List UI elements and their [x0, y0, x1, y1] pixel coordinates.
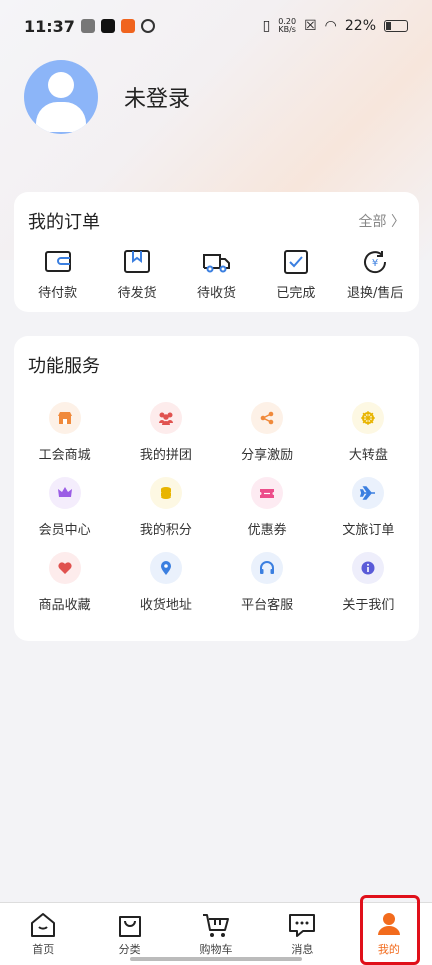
cart-icon: [203, 914, 230, 937]
message-icon: [289, 914, 316, 937]
service-label: 文旅订单: [342, 523, 395, 538]
services-card: 功能服务 工会商城 我的拼团 分享激励 大转盘 会员中心 我的积分 优惠券 文旅…: [14, 336, 419, 641]
service-label: 商品收藏: [38, 598, 91, 613]
orders-all-link[interactable]: 全部 〉: [359, 211, 405, 231]
net-speed-unit: KB/s: [278, 25, 296, 34]
service-member-center[interactable]: 会员中心: [14, 477, 115, 538]
service-label: 会员中心: [38, 523, 91, 538]
battery-percent: 22%: [344, 18, 376, 34]
plane-icon: [352, 477, 385, 509]
net-speed: 0.20 KB/s: [278, 18, 296, 34]
service-label: 优惠券: [247, 523, 287, 538]
orders-card: 我的订单 全部 〉 待付款 待发货 待收货 已完成 ¥ 退换/售后: [14, 192, 419, 312]
package-icon: [124, 250, 151, 273]
tab-label: 消息: [291, 943, 314, 956]
tiktok-notification-icon: [100, 19, 115, 33]
service-customer-support[interactable]: 平台客服: [217, 552, 318, 613]
coupon-icon: [251, 477, 284, 509]
app-notification-icon: [80, 19, 95, 33]
service-travel-orders[interactable]: 文旅订单: [318, 477, 419, 538]
status-left: 11:37: [24, 17, 155, 36]
battery-icon: [384, 20, 408, 32]
coins-icon: [149, 477, 182, 509]
tab-category[interactable]: 分类: [86, 903, 172, 965]
service-group-buy[interactable]: 我的拼团: [115, 402, 216, 463]
service-union-mall[interactable]: 工会商城: [14, 402, 115, 463]
service-lucky-wheel[interactable]: 大转盘: [318, 402, 419, 463]
truck-icon: [203, 254, 231, 273]
order-label: 退换/售后: [347, 286, 404, 301]
sim-off-icon: ☒: [304, 18, 317, 34]
heart-icon: [48, 552, 81, 584]
avatar[interactable]: [24, 60, 98, 134]
service-label: 平台客服: [241, 598, 294, 613]
crown-icon: [48, 477, 81, 509]
tab-cart[interactable]: 购物车: [173, 903, 259, 965]
service-label: 我的积分: [139, 523, 192, 538]
store-icon: [48, 402, 81, 434]
share-icon: [251, 402, 284, 434]
wheel-icon: [352, 402, 385, 434]
login-status[interactable]: 未登录: [124, 81, 190, 113]
headset-icon: [251, 552, 284, 584]
service-share-reward[interactable]: 分享激励: [217, 402, 318, 463]
order-label: 待收货: [196, 286, 236, 301]
info-icon: [352, 552, 385, 584]
home-icon: [31, 913, 56, 937]
tab-home[interactable]: 首页: [0, 903, 86, 965]
services-grid: 工会商城 我的拼团 分享激励 大转盘 会员中心 我的积分 优惠券 文旅订单 商品…: [14, 402, 419, 613]
service-label: 大转盘: [348, 448, 388, 463]
vibrate-icon: ▯: [262, 18, 271, 34]
orders-title: 我的订单: [28, 212, 100, 233]
service-favorites[interactable]: 商品收藏: [14, 552, 115, 613]
tab-label: 首页: [32, 943, 55, 956]
status-bar: 11:37 ▯ 0.20 KB/s ☒ ◠ 22%: [0, 0, 432, 52]
order-label: 待付款: [38, 286, 78, 301]
svg-text:¥: ¥: [372, 258, 378, 269]
service-label: 收货地址: [139, 598, 192, 613]
service-my-points[interactable]: 我的积分: [115, 477, 216, 538]
service-label: 分享激励: [241, 448, 294, 463]
bag-icon: [118, 916, 141, 937]
order-completed[interactable]: 已完成: [258, 248, 334, 301]
profile-section[interactable]: 未登录: [24, 60, 190, 134]
home-indicator: [130, 957, 302, 961]
service-label: 关于我们: [342, 598, 395, 613]
order-pending-receipt[interactable]: 待收货: [178, 248, 254, 301]
refund-icon: ¥: [364, 251, 387, 274]
order-label: 已完成: [276, 286, 316, 301]
check-box-icon: [283, 250, 308, 274]
sync-notification-icon: [140, 19, 155, 33]
service-label: 我的拼团: [139, 448, 192, 463]
tab-label: 购物车: [199, 943, 233, 956]
order-pending-payment[interactable]: 待付款: [20, 248, 96, 301]
service-coupons[interactable]: 优惠券: [217, 477, 318, 538]
status-time: 11:37: [24, 16, 75, 36]
order-refund[interactable]: ¥ 退换/售后: [337, 248, 413, 301]
wifi-icon: ◠: [324, 18, 337, 34]
services-title: 功能服务: [28, 356, 100, 377]
service-label: 工会商城: [38, 448, 91, 463]
wallet-icon: [44, 251, 71, 272]
active-tab-highlight: [360, 895, 420, 965]
order-label: 待发货: [117, 286, 157, 301]
shop-notification-icon: [120, 19, 135, 33]
tab-messages[interactable]: 消息: [259, 903, 345, 965]
order-pending-shipment[interactable]: 待发货: [99, 248, 175, 301]
tab-label: 分类: [118, 943, 141, 956]
service-address[interactable]: 收货地址: [115, 552, 216, 613]
status-right: ▯ 0.20 KB/s ☒ ◠ 22%: [263, 18, 408, 34]
group-icon: [149, 402, 182, 434]
location-icon: [149, 552, 182, 584]
service-about-us[interactable]: 关于我们: [318, 552, 419, 613]
